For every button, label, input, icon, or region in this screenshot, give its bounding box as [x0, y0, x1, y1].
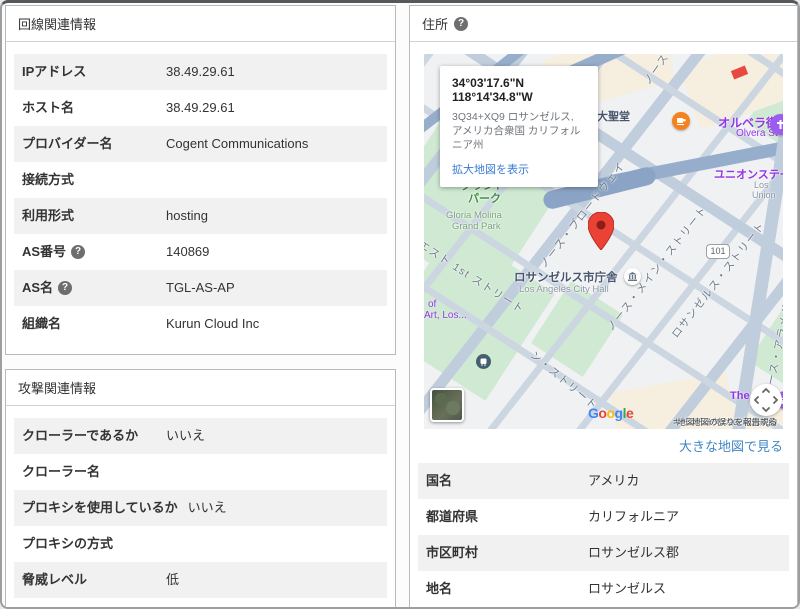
- row-value: いいえ: [166, 426, 205, 446]
- table-row: 接続方式: [14, 162, 387, 198]
- table-row: クローラーであるか いいえ: [14, 418, 387, 454]
- poi-label-union-en: Los: [754, 180, 769, 190]
- row-label: IPアドレス: [22, 62, 166, 82]
- panel-attack-info: 攻撃関連情報 クローラーであるか いいえ クローラー名 プロキシを使用しているか…: [5, 369, 396, 609]
- help-icon[interactable]: ?: [454, 17, 468, 31]
- place-label-city-hall: ロサンゼルス市庁舎: [514, 269, 618, 285]
- table-row: プロバイダー名 Cogent Communications: [14, 126, 387, 162]
- poi-label-union: ユニオンステー: [714, 166, 783, 182]
- row-label: ホスト名: [22, 98, 166, 118]
- row-label: AS番号 ?: [22, 242, 166, 262]
- row-value: Kurun Cloud Inc: [166, 314, 259, 334]
- table-row: プロキシを使用しているか いいえ: [14, 490, 387, 526]
- row-value: 38.49.29.61: [166, 62, 235, 82]
- table-row: 組織名 Kurun Cloud Inc: [14, 306, 387, 342]
- poi-label-union-en: Union: [752, 190, 776, 200]
- map-info-window: 34°03'17.6"N 118°14'34.8"W 3Q34+XQ9 ロサンゼ…: [440, 66, 598, 187]
- enlarge-map-link[interactable]: 拡大地図を表示: [452, 161, 586, 177]
- row-label: 接続方式: [22, 170, 166, 190]
- table-row: プロキシの方式: [14, 526, 387, 562]
- route-101-shield: 101: [706, 244, 730, 259]
- row-value: ロサンゼルス: [588, 579, 666, 599]
- table-row: 地名 ロサンゼルス: [418, 571, 789, 607]
- row-label: 組織名: [22, 314, 166, 334]
- map-attribution: キーボード ショートカット 地図データ ©2026 Google 利用規約 地図…: [424, 415, 783, 429]
- page: 回線関連情報 IPアドレス 38.49.29.61 ホスト名 38.49.29.…: [0, 0, 800, 609]
- table-row: ホスト名 38.49.29.61: [14, 90, 387, 126]
- row-value: TGL-AS-AP: [166, 278, 235, 298]
- panel-line-info: 回線関連情報 IPアドレス 38.49.29.61 ホスト名 38.49.29.…: [5, 5, 396, 355]
- row-label: クローラーであるか: [22, 426, 166, 446]
- row-label: 地名: [426, 579, 588, 599]
- panel-attack-info-header: 攻撃関連情報: [6, 370, 395, 406]
- table-row: AS名 ? TGL-AS-AP: [14, 270, 387, 306]
- row-label: 国名: [426, 471, 588, 491]
- view-larger-map-link[interactable]: 大きな地図で見る: [418, 429, 789, 461]
- table-row: 市区町村 ロサンゼルス郡: [418, 535, 789, 571]
- table-row: クローラー名: [14, 454, 387, 490]
- row-label: プロキシの方式: [22, 534, 166, 554]
- panel-address: 住所 ?: [409, 5, 798, 609]
- panel-line-info-title: 回線関連情報: [18, 14, 96, 33]
- pan-control[interactable]: [750, 384, 782, 416]
- row-label: プロキシを使用しているか: [22, 498, 188, 518]
- info-window-coordinates: 34°03'17.6"N 118°14'34.8"W: [452, 76, 586, 104]
- row-value: ロサンゼルス郡: [588, 543, 679, 563]
- row-label: AS名 ?: [22, 278, 166, 298]
- transit-icon: [476, 354, 491, 369]
- table-row: 脅威レベル 低: [14, 562, 387, 598]
- row-value: カリフォルニア: [588, 507, 679, 527]
- row-label: 利用形式: [22, 206, 166, 226]
- panel-line-info-header: 回線関連情報: [6, 6, 395, 42]
- report-map-error-link[interactable]: 地図の誤りを報告する: [692, 416, 777, 428]
- panel-address-title: 住所: [422, 14, 448, 33]
- table-row: IPアドレス 38.49.29.61: [14, 54, 387, 90]
- table-row: 都道府県 カリフォルニア: [418, 499, 789, 535]
- row-value: いいえ: [188, 498, 227, 518]
- table-row: 国名 アメリカ: [418, 463, 789, 499]
- panel-attack-info-title: 攻撃関連情報: [18, 378, 96, 397]
- row-value: 140869: [166, 242, 209, 262]
- row-label: 市区町村: [426, 543, 588, 563]
- poi-label-art: Art, Los...: [424, 310, 467, 321]
- row-value: 低: [166, 570, 179, 590]
- park-label-en: Grand Park: [452, 221, 501, 232]
- google-map[interactable]: ノース ノース・ブロードウェイ エスト 1st ストリート ノース・メイン・スト…: [424, 54, 783, 429]
- cafe-icon: [672, 112, 690, 130]
- city-hall-icon: [624, 268, 641, 285]
- place-label-city-hall-en: Los Angeles City Hall: [519, 284, 609, 295]
- table-row: AS番号 ? 140869: [14, 234, 387, 270]
- row-label: 都道府県: [426, 507, 588, 527]
- panel-address-header: 住所 ?: [410, 6, 797, 42]
- row-label: プロバイダー名: [22, 134, 166, 154]
- park-label-en: Gloria Molina: [446, 210, 502, 221]
- row-label: クローラー名: [22, 462, 166, 482]
- row-value: hosting: [166, 206, 208, 226]
- row-value: アメリカ: [588, 471, 639, 491]
- row-value: Cogent Communications: [166, 134, 308, 154]
- poi-label-art: of: [428, 299, 436, 310]
- help-icon[interactable]: ?: [58, 281, 72, 295]
- row-label: 脅威レベル: [22, 570, 166, 590]
- table-row: 利用形式 hosting: [14, 198, 387, 234]
- help-icon[interactable]: ?: [71, 245, 85, 259]
- park-label: パーク: [468, 193, 501, 205]
- info-window-address: 3Q34+XQ9 ロサンゼルス, アメリカ合衆国 カリフォルニア州: [452, 110, 586, 152]
- row-value: 38.49.29.61: [166, 98, 235, 118]
